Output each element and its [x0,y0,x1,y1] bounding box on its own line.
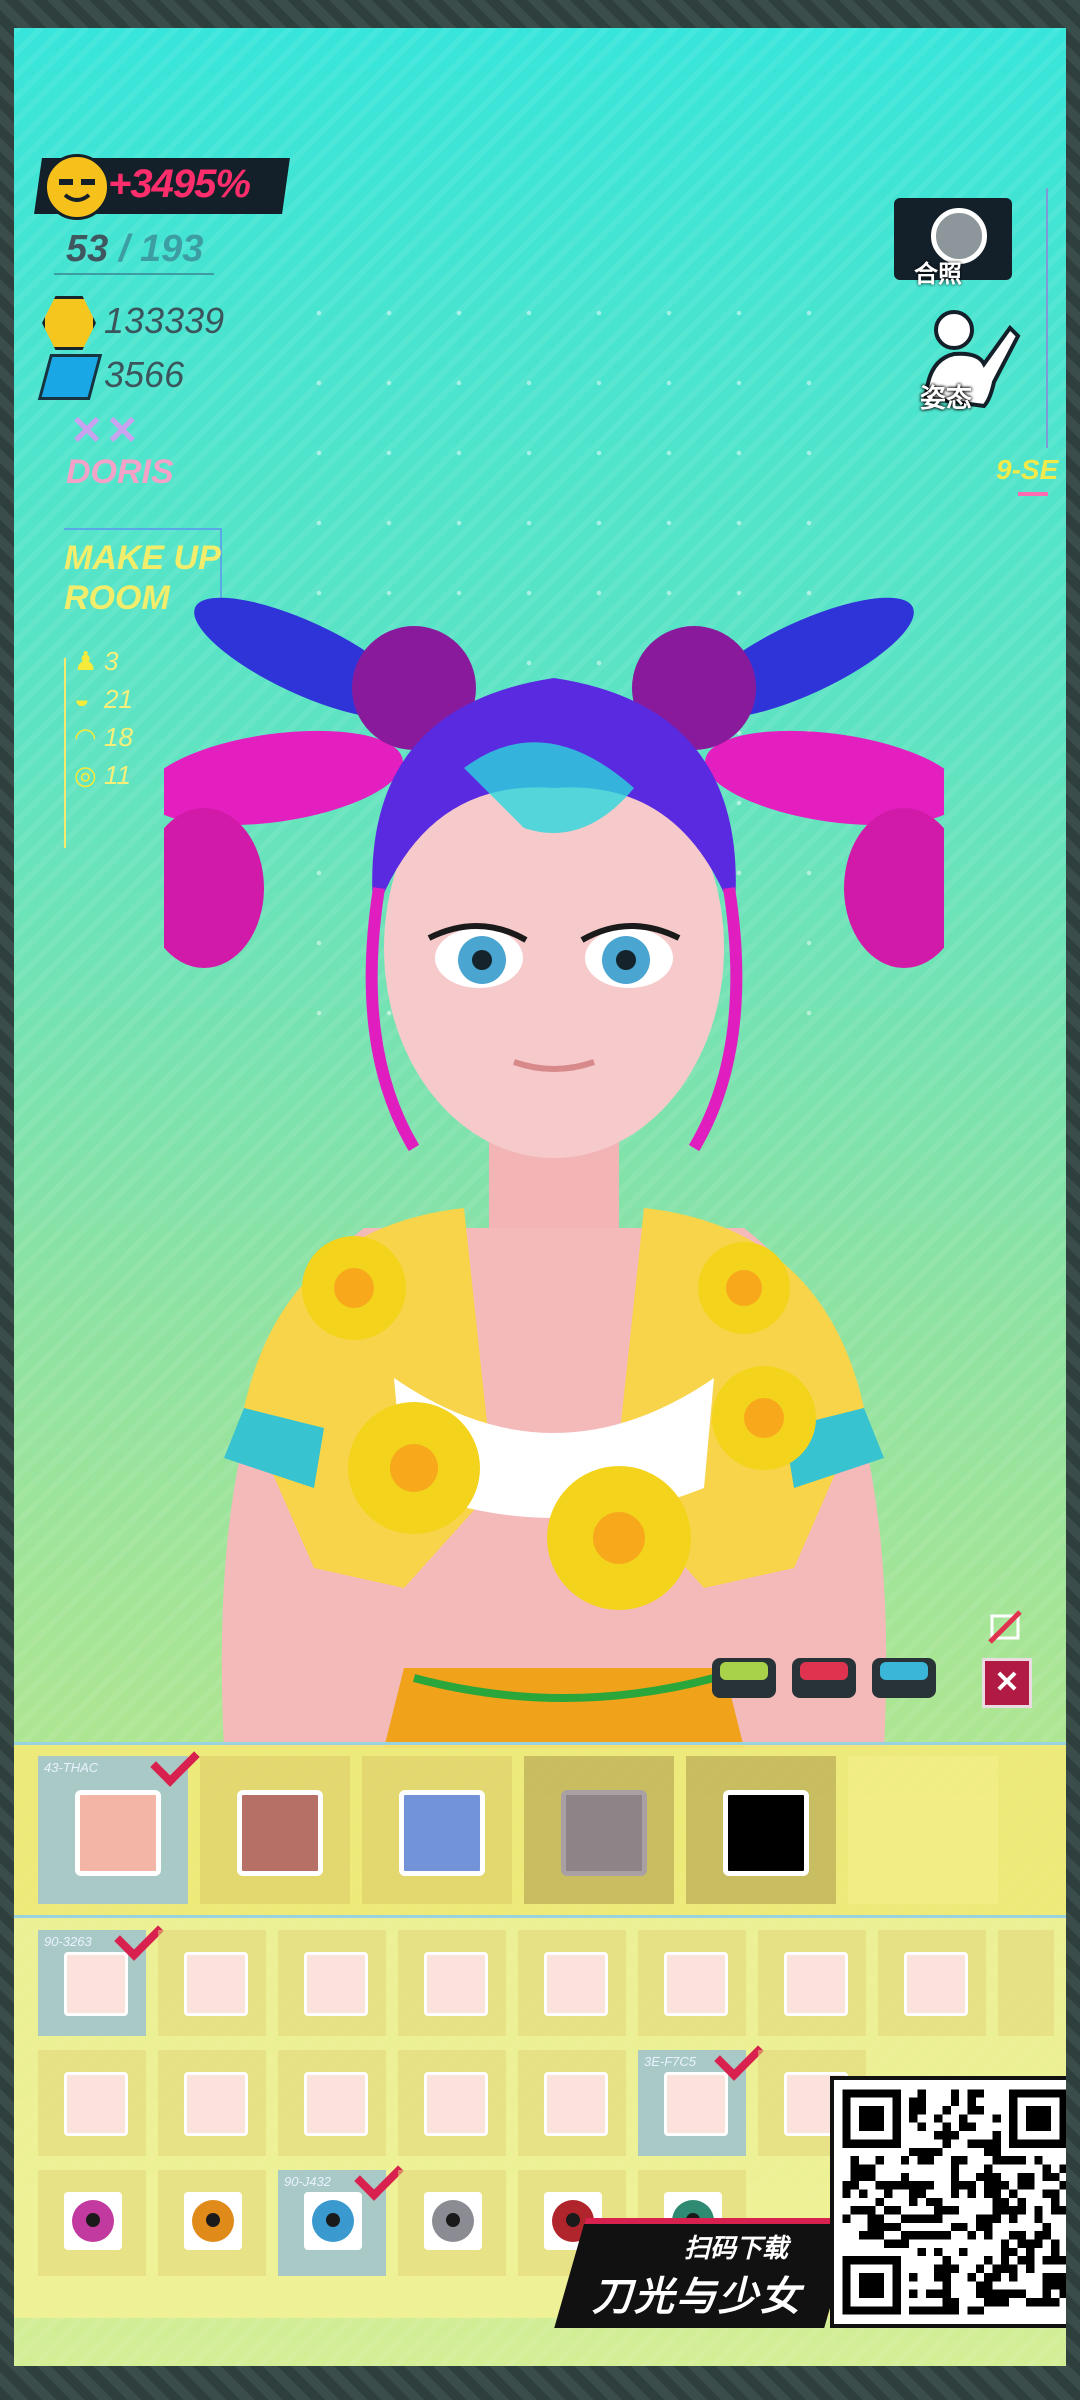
right-divider [1046,188,1048,448]
mouth-option[interactable] [158,1930,266,2036]
skin-swatch [561,1790,647,1876]
eye-color-option[interactable] [38,2170,146,2276]
color-button-blue[interactable] [872,1658,936,1698]
mouth-option[interactable] [398,1930,506,2036]
divider [54,273,214,275]
gem-amount: 3566 [104,354,185,395]
stat-lips: ◒ 21 [74,684,133,714]
level-separator: / [108,228,140,270]
item-code: 90-3263 [44,1934,92,1949]
iris-thumb [304,2192,362,2250]
iris-thumb [184,2192,242,2250]
eye-icon: ◎ [74,760,97,790]
blue-swatch [880,1662,928,1680]
item-code: 3E-F7C5 [644,2054,697,2069]
mouth-option[interactable] [878,1930,986,2036]
eye-color-option[interactable]: 90-J432 [278,2151,404,2276]
skin-swatch-slot[interactable]: 43-THAC [38,1737,200,1904]
level-counter: 53 / 193 [66,228,203,271]
player-name: DORIS [66,453,174,491]
gem-icon [37,354,103,400]
close-button[interactable]: ✕ [982,1658,1032,1708]
mouth-thumb [784,1952,848,2016]
smiley-icon [44,154,110,220]
character-model[interactable] [164,588,944,1748]
mouth-thumb [304,1952,368,2016]
skin-swatch-slot[interactable] [200,1756,350,1904]
level-max: 193 [139,228,204,270]
iris-thumb [64,2192,122,2250]
stat-eye: ◎ 11 [74,760,131,790]
skin-swatch-slot[interactable] [524,1756,674,1904]
gold-coin-icon [42,296,96,350]
person-icon: ♟ [74,646,98,676]
scan-download-text: 扫码下载 [684,2233,789,2263]
skin-swatch [237,1790,323,1876]
skin-swatch [75,1790,161,1876]
color-button-red[interactable] [792,1658,856,1698]
mouth-thumb [904,1952,968,2016]
eyeliner-option[interactable]: 3E-F7C5 [638,2031,764,2156]
game-title: 刀光与少女 [592,2275,802,2319]
mouth-thumb [424,1952,488,2016]
clear-makeup-icon[interactable] [986,1608,1024,1646]
photo-label: 合照 [914,261,962,288]
red-swatch [800,1662,848,1680]
item-code: 90-J432 [284,2174,331,2189]
mouth-option[interactable] [758,1930,866,2036]
eyeliner-option[interactable] [158,2050,266,2156]
zone-code: 9-SE [996,454,1059,485]
mouth-thumb [184,1952,248,2016]
stat-brow: ◠ 18 [74,722,133,752]
mouth-option[interactable] [518,1930,626,2036]
eyeliner-option[interactable] [398,2050,506,2156]
lips-icon: ◒ [74,684,90,714]
room-title-line1: MAKE UP [64,539,221,577]
gold-amount: 133339 [104,300,225,341]
mouth-thumb [664,1952,728,2016]
eyeliner-thumb [664,2072,728,2136]
color-button-green[interactable] [712,1658,776,1698]
eye-color-option[interactable] [398,2170,506,2276]
qr-code[interactable] [830,2076,1066,2328]
skin-swatch [723,1790,809,1876]
mouth-thumb [64,1952,128,2016]
iris-thumb [424,2192,482,2250]
stat-person: ♟ 3 [74,646,119,676]
pose-label: 姿态 [920,383,973,413]
cross-marks: ✕✕ [70,409,142,453]
mouth-option[interactable]: 90-3263 [38,1911,164,2036]
bonus-percent: +3495% [108,162,251,206]
mouth-option[interactable] [278,1930,386,2036]
item-code: 43-THAC [44,1760,99,1775]
mouth-thumb [544,1952,608,2016]
skin-swatch [399,1790,485,1876]
makeup-room-stage: +3495% 53 / 193 133339 3566 ✕✕ DORIS MAK… [14,28,1066,2366]
skin-swatch-slot[interactable] [686,1756,836,1904]
eyeliner-thumb [184,2072,248,2136]
mouth-option[interactable] [638,1930,746,2036]
eyeliner-thumb [304,2072,368,2136]
skin-swatch-slot[interactable] [362,1756,512,1904]
eyeliner-thumb [64,2072,128,2136]
eyeliner-option[interactable] [38,2050,146,2156]
eyeliner-thumb [424,2072,488,2136]
eyeliner-option[interactable] [278,2050,386,2156]
green-swatch [720,1662,768,1680]
empty-slot [848,1756,998,1904]
level-current: 53 [66,228,109,270]
stat-line [64,658,66,848]
mouth-option[interactable] [998,1930,1054,2036]
eyeliner-option[interactable] [518,2050,626,2156]
brow-icon: ◠ [74,722,97,752]
eyeliner-thumb [544,2072,608,2136]
zone-underline [1018,492,1048,496]
eye-color-option[interactable] [158,2170,266,2276]
